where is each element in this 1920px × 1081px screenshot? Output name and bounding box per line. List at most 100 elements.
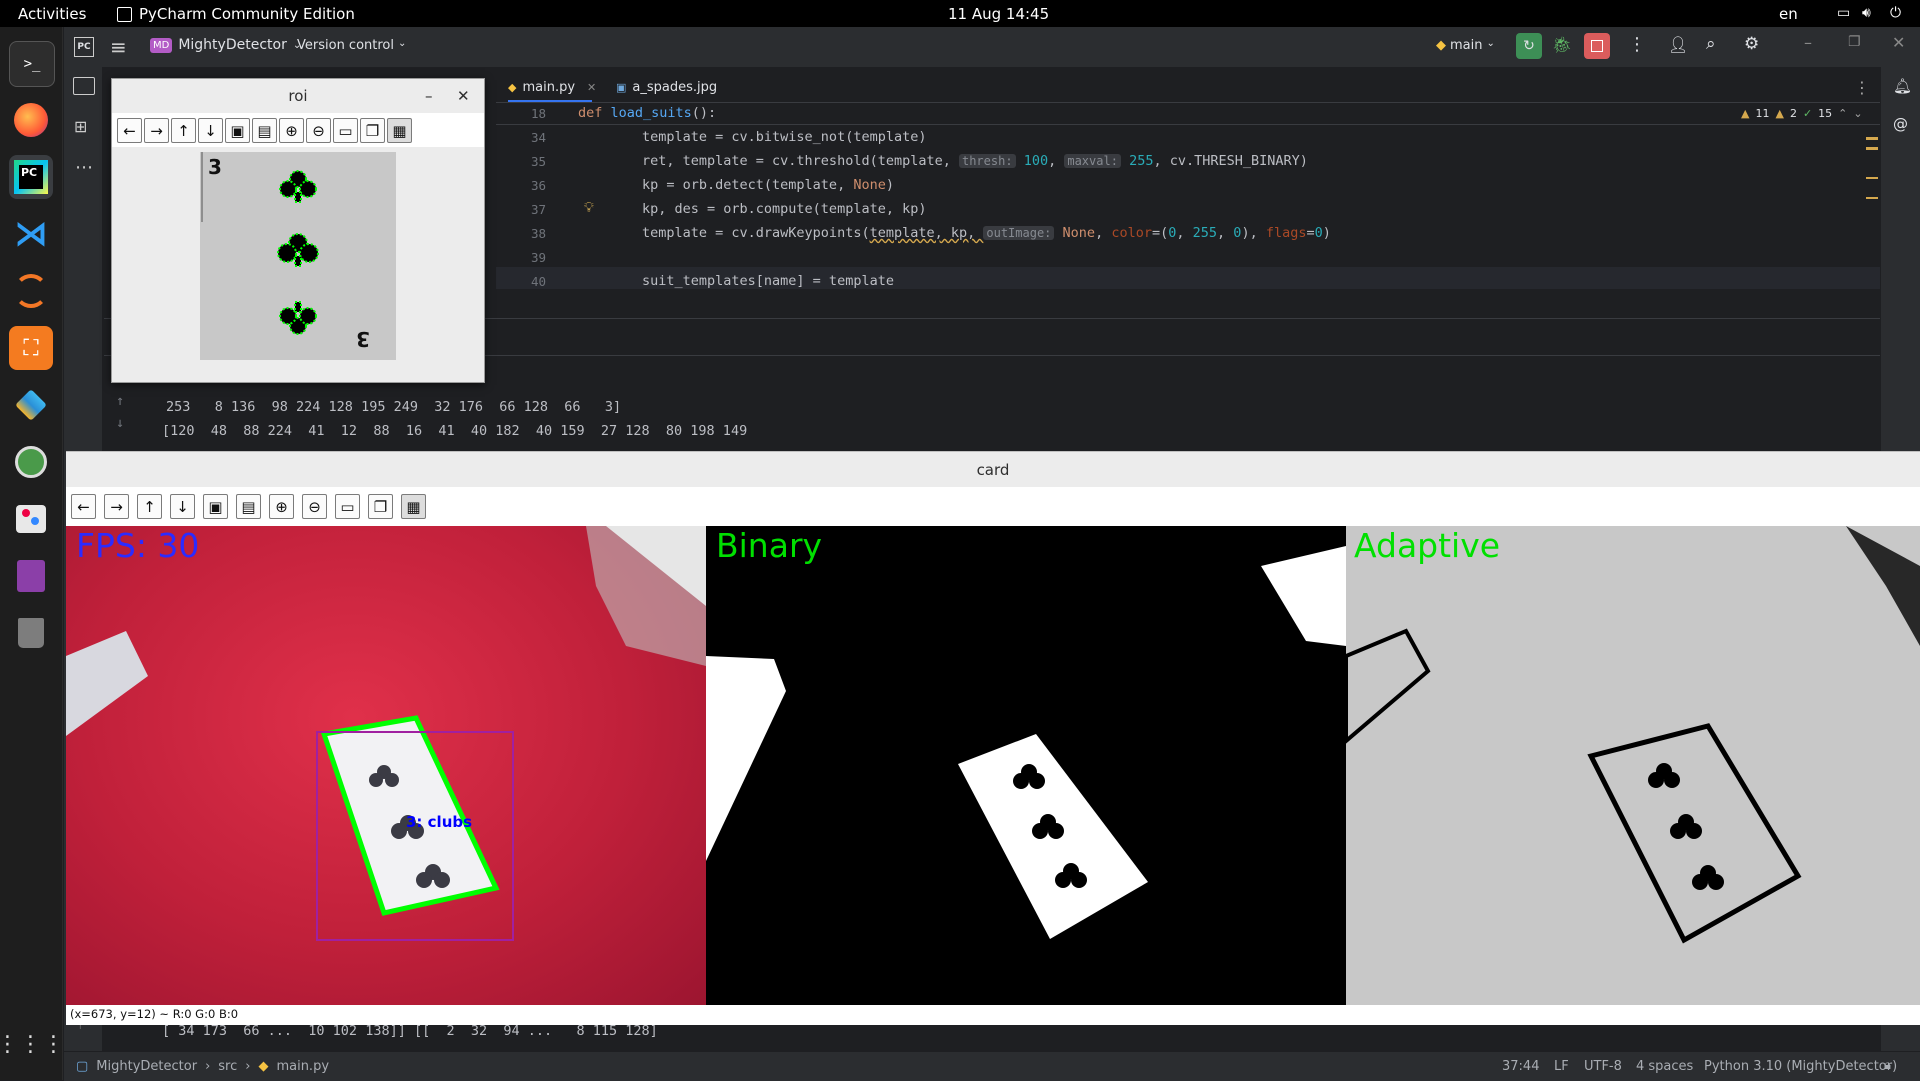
- image-icon[interactable]: ▣: [225, 118, 250, 143]
- copy-icon[interactable]: ❐: [360, 118, 385, 143]
- screen-icon[interactable]: ▭: [1837, 5, 1850, 21]
- python-interpreter[interactable]: Python 3.10 (MightyDetector): [1704, 1059, 1897, 1074]
- show-apps-icon[interactable]: ⋮⋮⋮: [0, 1022, 65, 1066]
- roi-card-svg: 3 3: [201, 152, 370, 351]
- activities-button[interactable]: Activities: [18, 5, 86, 23]
- image-settings-icon[interactable]: ▤: [252, 118, 277, 143]
- firefox-icon[interactable]: [9, 98, 53, 142]
- chevron-down-icon[interactable]: ⌄: [1853, 107, 1862, 120]
- add-user-icon[interactable]: 👤︎: [1668, 35, 1688, 54]
- diagram-app-icon[interactable]: ⛶: [9, 326, 53, 370]
- scroll-down-icon[interactable]: ↓: [116, 415, 124, 431]
- pixel-status: (x=673, y=12) ~ R:0 G:0 B:0: [70, 1007, 239, 1021]
- restore-window-icon[interactable]: ❐: [1848, 34, 1861, 50]
- card-titlebar[interactable]: card: [66, 451, 1920, 488]
- code-line-35: ret, template = cv.threshold(template, t…: [642, 153, 1308, 169]
- zoom-out-icon[interactable]: ⊖: [302, 494, 327, 519]
- jupyter-icon[interactable]: [9, 269, 53, 313]
- properties-icon[interactable]: ▦: [401, 494, 426, 519]
- breadcrumb-item[interactable]: src: [218, 1059, 237, 1074]
- run-config-selector[interactable]: ◆ main ⌄: [1436, 38, 1495, 53]
- more-tools-icon[interactable]: ⋯: [75, 157, 93, 178]
- file-encoding[interactable]: UTF-8: [1584, 1059, 1622, 1074]
- copy-icon[interactable]: ❐: [368, 494, 393, 519]
- line-separator[interactable]: LF: [1554, 1059, 1569, 1074]
- close-tab-icon[interactable]: ✕: [587, 81, 596, 94]
- adaptive-view[interactable]: Adaptive: [1346, 526, 1920, 1005]
- error-stripe-mark[interactable]: [1866, 197, 1878, 199]
- breadcrumb-item[interactable]: main.py: [276, 1059, 329, 1074]
- project-folder-icon[interactable]: [73, 77, 95, 95]
- arrow-left-icon[interactable]: ←: [71, 494, 96, 519]
- app-menu[interactable]: PyCharm Community Edition: [117, 5, 355, 23]
- arrow-down-icon[interactable]: ↓: [198, 118, 223, 143]
- tab-options-icon[interactable]: ⋮: [1854, 78, 1870, 97]
- zoom-out-icon[interactable]: ⊖: [306, 118, 331, 143]
- stop-button[interactable]: [1584, 33, 1610, 59]
- lock-icon[interactable]: 🔒︎: [1884, 1058, 1891, 1073]
- error-stripe-mark[interactable]: [1866, 137, 1878, 140]
- arrow-right-icon[interactable]: →: [144, 118, 169, 143]
- chevron-down-icon: ⌄: [1486, 38, 1495, 49]
- volume-icon[interactable]: 🔊︎: [1862, 5, 1871, 21]
- image-settings-icon[interactable]: ▤: [236, 494, 261, 519]
- ai-assistant-icon[interactable]: @: [1893, 115, 1908, 133]
- notes-app-icon[interactable]: [9, 554, 53, 598]
- debug-button[interactable]: 🐞︎: [1552, 35, 1572, 54]
- search-icon[interactable]: ⌕: [1706, 34, 1716, 54]
- project-name: MightyDetector: [178, 37, 287, 53]
- error-stripe-mark[interactable]: [1866, 177, 1878, 179]
- scroll-up-icon[interactable]: ↑: [116, 393, 124, 409]
- binary-scene-svg: [706, 546, 1346, 939]
- rerun-button[interactable]: ↻: [1516, 33, 1542, 59]
- gear-icon[interactable]: ⚙: [1744, 34, 1759, 54]
- layers-app-icon[interactable]: [9, 383, 53, 427]
- lightbulb-icon[interactable]: 💡︎: [584, 200, 594, 216]
- main-menu-icon[interactable]: ≡: [110, 35, 127, 59]
- power-icon[interactable]: ⏻: [1890, 5, 1901, 21]
- line-number: 37: [530, 202, 546, 217]
- arrow-up-icon[interactable]: ↑: [137, 494, 162, 519]
- binary-view[interactable]: Binary: [706, 526, 1346, 1005]
- minimize-window-icon[interactable]: –: [425, 79, 433, 113]
- pycharm-icon[interactable]: PC: [9, 155, 53, 199]
- notifications-icon[interactable]: 🔔︎: [1893, 77, 1912, 95]
- software-store-icon[interactable]: [9, 497, 53, 541]
- tab-a-spades-jpg[interactable]: ▣ a_spades.jpg: [616, 80, 717, 95]
- trash-icon[interactable]: [9, 611, 53, 655]
- image-icon[interactable]: ▣: [203, 494, 228, 519]
- minimize-window-icon[interactable]: –: [1804, 33, 1812, 52]
- breadcrumb-item[interactable]: MightyDetector: [96, 1059, 197, 1074]
- zoom-in-icon[interactable]: ⊕: [269, 494, 294, 519]
- window-title: card: [976, 461, 1010, 479]
- close-window-icon[interactable]: ✕: [1892, 33, 1905, 52]
- card-status-line: (x=673, y=12) ~ R:0 G:0 B:0: [66, 1005, 1920, 1025]
- error-stripe-mark[interactable]: [1866, 147, 1878, 150]
- inspection-widget[interactable]: ▲ 11 ▲ 2 ✓ 15 ⌃ ⌄: [1741, 107, 1863, 120]
- vscode-icon[interactable]: ⋊: [9, 212, 53, 256]
- camera-view[interactable]: FPS: 30 3: clubs: [66, 526, 706, 1005]
- save-icon[interactable]: ▭: [333, 118, 358, 143]
- keyboard-language[interactable]: en: [1779, 5, 1798, 23]
- structure-icon[interactable]: ⊞: [74, 117, 87, 136]
- arrow-right-icon[interactable]: →: [104, 494, 129, 519]
- close-window-icon[interactable]: ✕: [457, 79, 470, 113]
- caret-position[interactable]: 37:44: [1502, 1059, 1539, 1074]
- arrow-down-icon[interactable]: ↓: [170, 494, 195, 519]
- settings-app-icon[interactable]: [9, 440, 53, 484]
- code-editor[interactable]: 18 def load_suits(): 34 template = cv.bi…: [496, 103, 1880, 318]
- vcs-menu[interactable]: Version control ⌄: [297, 38, 406, 53]
- more-actions-icon[interactable]: ⋮: [1628, 34, 1646, 55]
- terminal-icon[interactable]: >_: [9, 41, 55, 87]
- clock[interactable]: 11 Aug 14:45: [948, 5, 1049, 23]
- indent-setting[interactable]: 4 spaces: [1636, 1059, 1693, 1074]
- project-selector[interactable]: MD MightyDetector ⌄: [150, 37, 301, 53]
- arrow-up-icon[interactable]: ↑: [171, 118, 196, 143]
- save-icon[interactable]: ▭: [335, 494, 360, 519]
- roi-titlebar[interactable]: roi – ✕: [112, 79, 484, 113]
- arrow-left-icon[interactable]: ←: [117, 118, 142, 143]
- tab-main-py[interactable]: ◆ main.py ✕: [508, 80, 596, 95]
- zoom-in-icon[interactable]: ⊕: [279, 118, 304, 143]
- properties-icon[interactable]: ▦: [387, 118, 412, 143]
- chevron-up-icon[interactable]: ⌃: [1838, 107, 1847, 120]
